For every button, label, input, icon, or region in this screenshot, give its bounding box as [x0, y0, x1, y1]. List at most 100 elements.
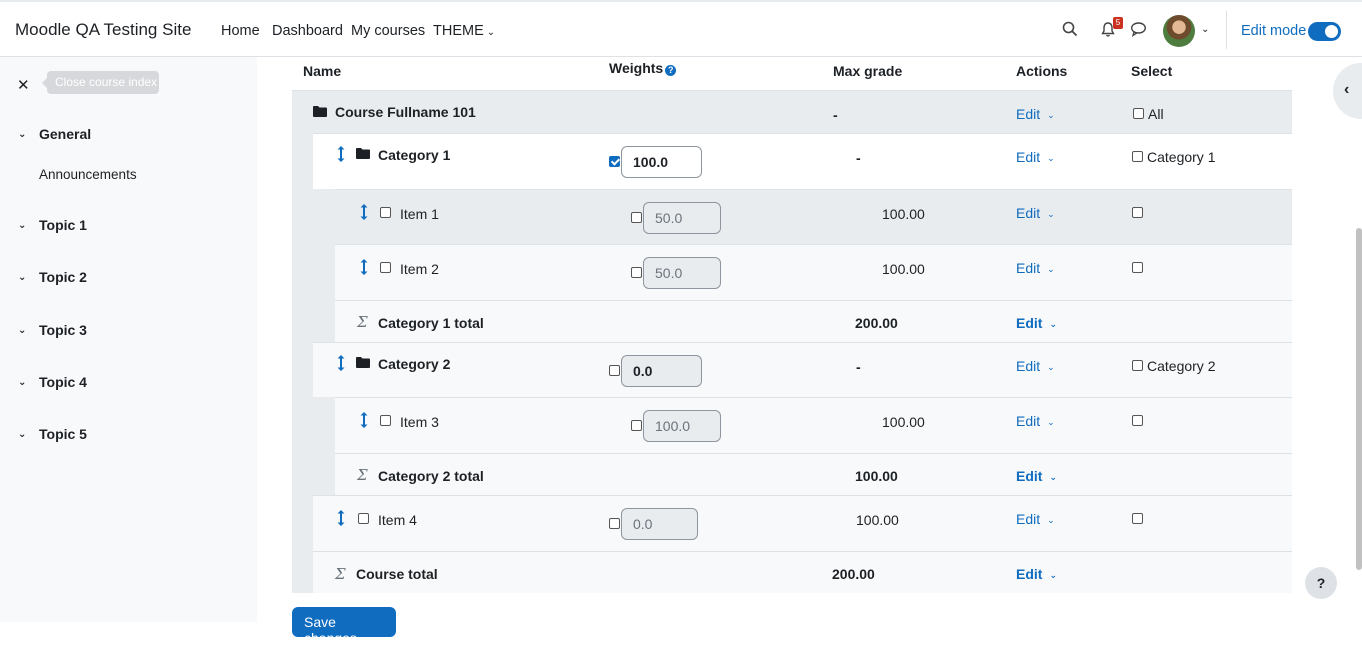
section-topic-5[interactable]: ⌄ Topic 5 [18, 426, 87, 442]
section-topic-2[interactable]: ⌄ Topic 2 [18, 269, 87, 285]
select-item-checkbox[interactable] [1132, 415, 1143, 426]
max-grade: - [833, 107, 838, 123]
table-row-course: Course Fullname 101 - Edit ⌄ All [292, 90, 1292, 133]
chevron-down-icon[interactable]: ⌄ [18, 129, 30, 140]
close-icon[interactable]: ✕ [17, 76, 30, 94]
move-icon[interactable] [337, 355, 345, 371]
table-row-item: Item 4 0.0 100.00 Edit ⌄ [313, 495, 1292, 551]
avatar[interactable] [1163, 15, 1195, 47]
edit-mode-toggle[interactable] [1308, 22, 1341, 41]
help-button[interactable]: ? [1305, 567, 1337, 599]
site-brand[interactable]: Moodle QA Testing Site [15, 20, 191, 40]
chevron-down-icon[interactable]: ⌄ [18, 220, 30, 231]
chevron-down-icon: ⌄ [1049, 319, 1057, 329]
nav-home[interactable]: Home [221, 23, 260, 39]
select-category-checkbox[interactable] [1132, 360, 1143, 371]
header-weights-label: Weights [609, 60, 664, 76]
move-icon[interactable] [360, 204, 368, 220]
edit-menu[interactable]: Edit ⌄ [1016, 149, 1055, 165]
item-name: Item 3 [400, 414, 439, 430]
item-checkbox[interactable] [380, 262, 391, 273]
gradebook-table-header: Name Weights? Max grade Actions Select [292, 57, 1292, 90]
select-item-checkbox[interactable] [1132, 513, 1143, 524]
section-topic-3[interactable]: ⌄ Topic 3 [18, 322, 87, 338]
course-index-item-announcements[interactable]: Announcements [39, 167, 137, 182]
weight-input[interactable]: 50.0 [643, 202, 721, 234]
weight-input[interactable]: 100.0 [643, 410, 721, 442]
chevron-down-icon[interactable]: ⌄ [18, 429, 30, 440]
table-row-category: Category 1 100.0 - Edit ⌄ Category 1 [313, 133, 1292, 189]
chevron-down-icon: ⌄ [1049, 570, 1057, 580]
edit-menu[interactable]: Edit ⌄ [1016, 511, 1055, 527]
weight-override-checkbox[interactable] [609, 156, 620, 167]
edit-mode-label: Edit mode [1241, 23, 1307, 39]
scrollbar[interactable] [1356, 228, 1362, 570]
edit-menu[interactable]: Edit ⌄ [1016, 468, 1057, 484]
edit-menu[interactable]: Edit ⌄ [1016, 566, 1057, 582]
edit-menu[interactable]: Edit ⌄ [1016, 260, 1055, 276]
item-checkbox[interactable] [380, 415, 391, 426]
category-total-name: Category 1 total [378, 315, 484, 331]
edit-label: Edit [1016, 205, 1041, 221]
chevron-down-icon[interactable]: ⌄ [18, 272, 30, 283]
weight-input[interactable]: 100.0 [621, 146, 702, 178]
edit-menu[interactable]: Edit ⌄ [1016, 106, 1055, 122]
save-changes-button[interactable]: Save changes [292, 607, 396, 646]
chevron-down-icon[interactable]: ⌄ [18, 325, 30, 336]
select-item-checkbox[interactable] [1132, 262, 1143, 273]
section-topic-4[interactable]: ⌄ Topic 4 [18, 374, 87, 390]
select-item-checkbox[interactable] [1132, 207, 1143, 218]
max-grade: 200.00 [832, 566, 875, 582]
move-icon[interactable] [337, 146, 345, 162]
section-topic-1[interactable]: ⌄ Topic 1 [18, 217, 87, 233]
nav-my-courses[interactable]: My courses [351, 23, 425, 39]
item-checkbox[interactable] [380, 207, 391, 218]
move-icon[interactable] [360, 412, 368, 428]
search-icon[interactable] [1059, 18, 1081, 40]
table-row-category-total: Σ Category 1 total 200.00 Edit ⌄ [335, 300, 1292, 342]
chevron-down-icon: ⌄ [1047, 515, 1055, 525]
select-all-checkbox[interactable] [1133, 108, 1144, 119]
select-category-checkbox[interactable] [1132, 151, 1143, 162]
section-general[interactable]: ⌄ General [18, 126, 91, 142]
weight-override-checkbox[interactable] [609, 365, 620, 376]
section-label: Topic 3 [39, 322, 87, 338]
weight-override-checkbox[interactable] [631, 420, 642, 431]
nav-dashboard[interactable]: Dashboard [272, 23, 343, 39]
weight-override-checkbox[interactable] [609, 518, 620, 529]
edit-menu[interactable]: Edit ⌄ [1016, 413, 1055, 429]
move-icon[interactable] [337, 510, 345, 526]
weight-input[interactable]: 0.0 [621, 508, 698, 540]
toggle-knob [1325, 25, 1338, 38]
edit-label: Edit [1016, 413, 1041, 429]
item-checkbox[interactable] [358, 513, 369, 524]
weight-input[interactable]: 0.0 [621, 355, 702, 387]
max-grade: 100.00 [856, 512, 899, 528]
section-label: Topic 2 [39, 269, 87, 285]
nav-theme[interactable]: THEME ⌄ [433, 23, 495, 39]
edit-label: Edit [1016, 149, 1041, 165]
nav-theme-label: THEME [433, 23, 484, 39]
move-icon[interactable] [360, 259, 368, 275]
edit-menu[interactable]: Edit ⌄ [1016, 205, 1055, 221]
close-course-index-tooltip: Close course index [42, 71, 159, 94]
weight-override-checkbox[interactable] [631, 212, 642, 223]
edit-menu[interactable]: Edit ⌄ [1016, 358, 1055, 374]
category-name: Category 1 [378, 147, 451, 163]
item-name: Item 1 [400, 206, 439, 222]
table-row-item: Item 2 50.0 100.00 Edit ⌄ [335, 244, 1292, 300]
chat-icon[interactable] [1127, 18, 1149, 40]
chevron-down-icon[interactable]: ⌄ [1201, 24, 1209, 35]
chevron-down-icon[interactable]: ⌄ [18, 377, 30, 388]
course-name: Course Fullname 101 [335, 104, 476, 120]
weight-input[interactable]: 50.0 [643, 257, 721, 289]
weight-override-checkbox[interactable] [631, 267, 642, 278]
header-actions: Actions [1016, 63, 1068, 79]
edit-menu[interactable]: Edit ⌄ [1016, 315, 1057, 331]
notification-badge: 5 [1113, 17, 1123, 29]
header-weights: Weights? [609, 60, 677, 76]
edit-label: Edit [1016, 511, 1041, 527]
chevron-down-icon: ⌄ [486, 27, 496, 38]
help-icon[interactable]: ? [665, 65, 677, 76]
open-block-drawer-button[interactable]: ‹ [1333, 63, 1362, 119]
